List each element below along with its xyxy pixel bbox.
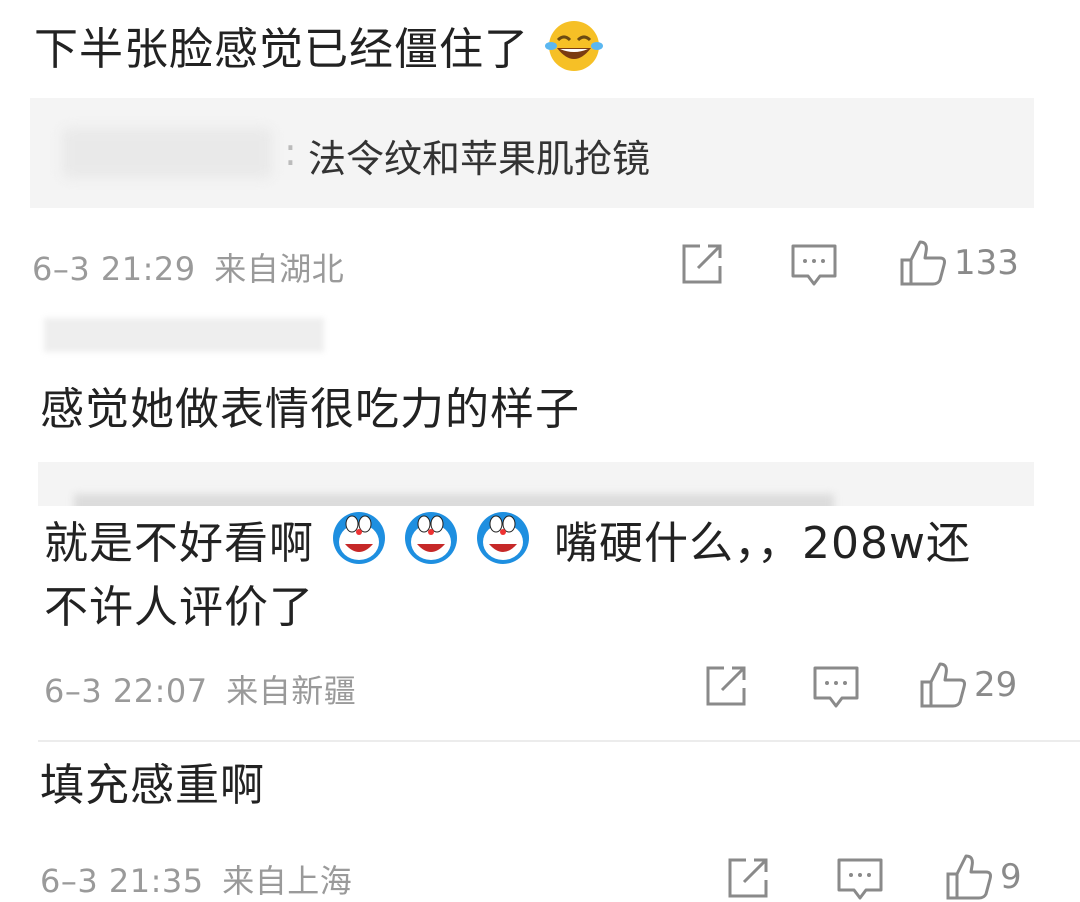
comment-location: 来自新疆 xyxy=(226,672,357,710)
comment-3-text-line2: 不许人评价了 xyxy=(44,582,314,633)
comment-3-meta: 6–3 22:07 来自新疆 xyxy=(44,666,356,712)
like-count: 133 xyxy=(954,243,1019,283)
share-button[interactable] xyxy=(704,664,750,708)
reply-text: 法令纹和苹果肌抢镜 xyxy=(308,137,651,181)
comment-3-card: 就是不好看啊 嘴硬什么，，208w还 不许人评价了 6–3 22:07 来自新疆… xyxy=(0,506,1080,740)
share-button[interactable] xyxy=(726,856,772,900)
like-button[interactable]: 29 xyxy=(918,660,1017,710)
thumbs-up-icon xyxy=(920,662,966,708)
reply-box-2[interactable] xyxy=(38,462,1034,508)
comment-1-body: 下半张脸感觉已经僵住了 xyxy=(34,24,529,75)
share-button[interactable] xyxy=(680,242,726,286)
comment-icon xyxy=(813,666,859,708)
comment-icon xyxy=(791,244,837,286)
comment-4-meta: 6–3 21:35 来自上海 xyxy=(40,856,352,902)
comment-4-text: 填充感重啊 xyxy=(40,760,265,811)
comment-button[interactable] xyxy=(836,856,884,902)
comment-location: 来自湖北 xyxy=(214,250,345,288)
comment-date: 6–3 21:29 xyxy=(32,250,196,288)
comment-2-author-blurred xyxy=(44,318,324,352)
comment-1-meta: 6–3 21:29 来自湖北 xyxy=(32,244,344,290)
comment-1-text: 下半张脸感觉已经僵住了 xyxy=(34,16,604,88)
like-count: 29 xyxy=(974,665,1018,705)
like-count: 9 xyxy=(1000,857,1022,897)
thumbs-up-icon xyxy=(900,240,946,286)
comment-location: 来自上海 xyxy=(222,862,353,900)
share-icon xyxy=(728,858,768,898)
comment-3-text-line1: 就是不好看啊 嘴硬什么，，208w还 xyxy=(44,510,971,582)
comment-date: 6–3 22:07 xyxy=(44,672,208,710)
comment-2-text: 感觉她做表情很吃力的样子 xyxy=(40,384,580,435)
comment-icon xyxy=(837,858,883,900)
comment-3-text-b: 嘴硬什么，，208w还 xyxy=(554,518,971,569)
comment-button[interactable] xyxy=(812,664,860,710)
reply-box-1[interactable]: : 法令纹和苹果肌抢镜 xyxy=(30,98,1034,208)
thumbs-up-icon xyxy=(946,854,992,900)
share-icon xyxy=(706,666,746,706)
laughing-tears-emoji-icon xyxy=(544,16,604,88)
divider xyxy=(38,740,1080,742)
like-button[interactable]: 133 xyxy=(898,238,1019,288)
comment-date: 6–3 21:35 xyxy=(40,862,204,900)
doraemon-icon xyxy=(329,510,539,582)
comment-3-text-a: 就是不好看啊 xyxy=(44,518,314,569)
reply-author-blurred xyxy=(62,128,272,178)
share-icon xyxy=(682,244,722,284)
reply-separator: : xyxy=(284,130,297,174)
comment-button[interactable] xyxy=(790,242,838,288)
like-button[interactable]: 9 xyxy=(944,852,1022,902)
